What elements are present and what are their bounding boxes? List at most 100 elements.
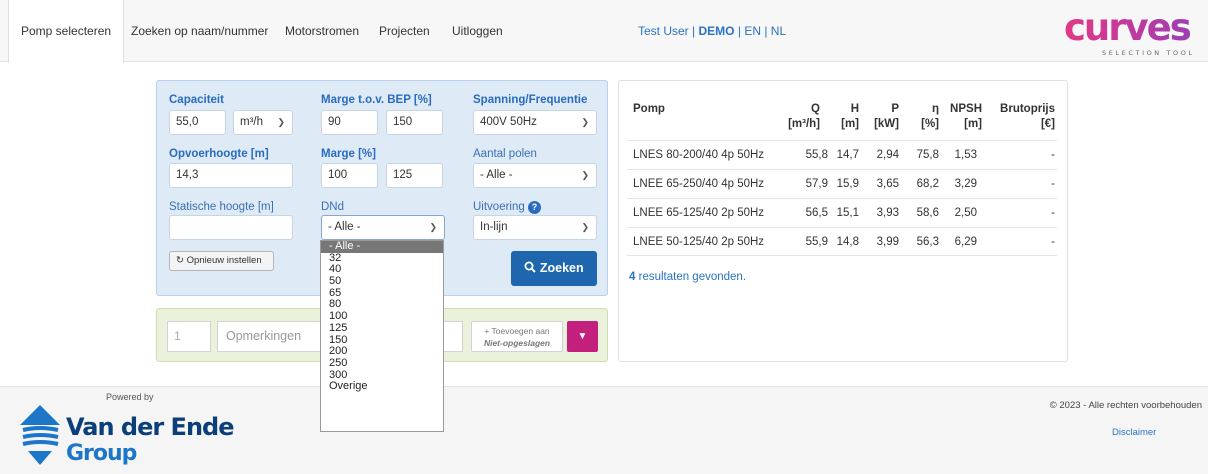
col-header-q-unit: [m³/h] [788, 118, 820, 130]
search-button[interactable]: Zoeken [511, 251, 597, 286]
demo-link[interactable]: DEMO [699, 24, 735, 38]
cell-h: 14,8 [836, 236, 859, 248]
add-to-project-button[interactable]: + Toevoegen aan Niet-opgeslagen [471, 321, 563, 352]
cell-p: 3,99 [876, 236, 899, 248]
col-header-h-unit: [m] [841, 118, 859, 130]
pump-name[interactable]: LNEE 65-125/40 2p 50Hz [633, 199, 764, 228]
dnd-select[interactable]: - Alle - ❯ [321, 215, 445, 240]
capaciteit-input[interactable]: 55,0 [169, 110, 226, 135]
col-header-q-label: Q [811, 103, 820, 115]
cell-eta: 56,3 [916, 236, 939, 248]
chevron-down-icon: ❯ [581, 117, 589, 127]
cell-h: 15,9 [836, 178, 859, 190]
cell-npsh: 3,29 [954, 178, 977, 190]
cell-p: 2,94 [876, 149, 899, 161]
capaciteit-unit-select[interactable]: m³/h ❯ [233, 110, 293, 135]
marge-bep-min-input[interactable]: 90 [321, 110, 378, 135]
quantity-input[interactable]: 1 [167, 321, 211, 352]
uitvoering-select[interactable]: In-lijn ❯ [473, 215, 597, 240]
cell-price: - [1051, 207, 1055, 219]
marge-min-input[interactable]: 100 [321, 163, 378, 188]
project-dropdown-button[interactable]: ▼ [567, 321, 598, 352]
add-target-label: Niet-opgeslagen [483, 338, 551, 348]
col-header-p: P [kW] [867, 102, 899, 132]
disclaimer-link[interactable]: Disclaimer [1112, 427, 1156, 438]
marge-max-input[interactable]: 125 [386, 163, 443, 188]
opvoerhoogte-input[interactable]: 14,3 [169, 163, 293, 188]
cell-q: 55,9 [805, 236, 828, 248]
pump-name[interactable]: LNES 80-200/40 4p 50Hz [633, 141, 764, 170]
lang-en-link[interactable]: EN [744, 24, 761, 38]
lang-nl-link[interactable]: NL [771, 24, 786, 38]
cell-eta: 68,2 [916, 178, 939, 190]
cell-q: 55,8 [805, 149, 828, 161]
spanning-select[interactable]: 400V 50Hz ❯ [473, 110, 597, 135]
nav-pomp-selecteren[interactable]: Pomp selecteren [8, 0, 125, 63]
dnd-option[interactable]: 125 [321, 322, 443, 335]
search-icon [524, 261, 537, 273]
dnd-option[interactable]: - Alle - [321, 241, 443, 253]
help-icon[interactable]: ? [527, 201, 541, 214]
spanning-value: 400V 50Hz [480, 116, 537, 128]
opvoerhoogte-label: Opvoerhoogte [m] [169, 148, 269, 160]
table-row[interactable]: LNEE 65-125/40 2p 50Hz 56,5 15,1 3,93 58… [627, 198, 1057, 227]
copyright-text: © 2023 - Alle rechten voorbehouden [1049, 400, 1202, 411]
cell-npsh: 1,53 [954, 149, 977, 161]
company-name-line1: Van der Ende [66, 413, 234, 441]
chevron-down-icon: ❯ [429, 222, 437, 232]
table-row[interactable]: LNEE 50-125/40 2p 50Hz 55,9 14,8 3,99 56… [627, 227, 1057, 256]
cell-q: 56,5 [805, 207, 828, 219]
cell-npsh: 2,50 [954, 207, 977, 219]
user-name-link[interactable]: Test User [638, 24, 689, 38]
add-to-label: + Toevoegen aan [484, 326, 550, 336]
col-header-bruto-label: Brutoprijs [1000, 103, 1055, 115]
nav-projecten[interactable]: Projecten [367, 0, 442, 62]
nav-motorstromen[interactable]: Motorstromen [273, 0, 371, 62]
pump-name[interactable]: LNEE 65-250/40 4p 50Hz [633, 170, 764, 199]
table-row[interactable]: LNES 80-200/40 4p 50Hz 55,8 14,7 2,94 75… [627, 140, 1057, 169]
logo-wordmark: curves [1064, 6, 1191, 49]
nav-zoeken-naam-nummer[interactable]: Zoeken op naam/nummer [119, 0, 280, 62]
col-header-pomp: Pomp [633, 103, 665, 115]
results-count: 4 resultaten gevonden. [629, 271, 746, 283]
marge-label: Marge [%] [321, 148, 376, 160]
cell-price: - [1051, 178, 1055, 190]
results-count-number: 4 [629, 271, 636, 283]
cell-eta: 58,6 [916, 207, 939, 219]
col-header-p-unit: [kW] [874, 118, 899, 130]
reset-button-label: Opnieuw instellen [186, 255, 262, 266]
marge-bep-label: Marge t.o.v. BEP [%] [321, 94, 432, 106]
marge-bep-max-input[interactable]: 150 [386, 110, 443, 135]
nav-uitloggen[interactable]: Uitloggen [440, 0, 515, 62]
results-count-text: resultaten gevonden. [638, 271, 747, 283]
user-info: Test User | DEMO | EN | NL [638, 0, 786, 62]
uitvoering-label: Uitvoering ? [473, 201, 541, 214]
company-name-line2: Group [66, 441, 137, 466]
caret-down-icon: ▼ [577, 331, 588, 342]
separator: | [764, 24, 768, 38]
col-header-npsh-label: NPSH [950, 103, 982, 115]
cell-p: 3,93 [876, 207, 899, 219]
dnd-option[interactable]: 50 [321, 275, 443, 288]
col-header-npsh: NPSH [m] [944, 102, 982, 132]
reset-button[interactable]: ↻ Opnieuw instellen [169, 251, 274, 271]
table-row[interactable]: LNEE 65-250/40 4p 50Hz 57,9 15,9 3,65 68… [627, 169, 1057, 198]
statische-label: Statische hoogte [m] [169, 201, 274, 213]
dnd-option[interactable]: 250 [321, 357, 443, 370]
statische-input[interactable] [169, 215, 293, 240]
col-header-q: Q [m³/h] [774, 102, 820, 132]
dnd-dropdown-list[interactable]: - Alle - 32 40 50 65 80 100 125 150 200 … [320, 240, 444, 432]
col-header-eta-label: η [931, 103, 939, 115]
pump-name[interactable]: LNEE 50-125/40 2p 50Hz [633, 228, 764, 257]
cell-eta: 75,8 [916, 149, 939, 161]
top-navbar: Pomp selecteren Zoeken op naam/nummer Mo… [0, 0, 1208, 63]
cell-p: 3,65 [876, 178, 899, 190]
capaciteit-label: Capaciteit [169, 94, 224, 106]
separator: | [737, 24, 741, 38]
polen-select[interactable]: - Alle - ❯ [473, 163, 597, 188]
capaciteit-unit-value: m³/h [240, 116, 263, 128]
dnd-option[interactable]: Overige [321, 381, 443, 393]
curves-logo: curves SELECTION TOOL [1064, 6, 1193, 57]
van-der-ende-logo[interactable]: Van der Ende Group [18, 403, 248, 469]
van-der-ende-emblem [20, 405, 60, 465]
